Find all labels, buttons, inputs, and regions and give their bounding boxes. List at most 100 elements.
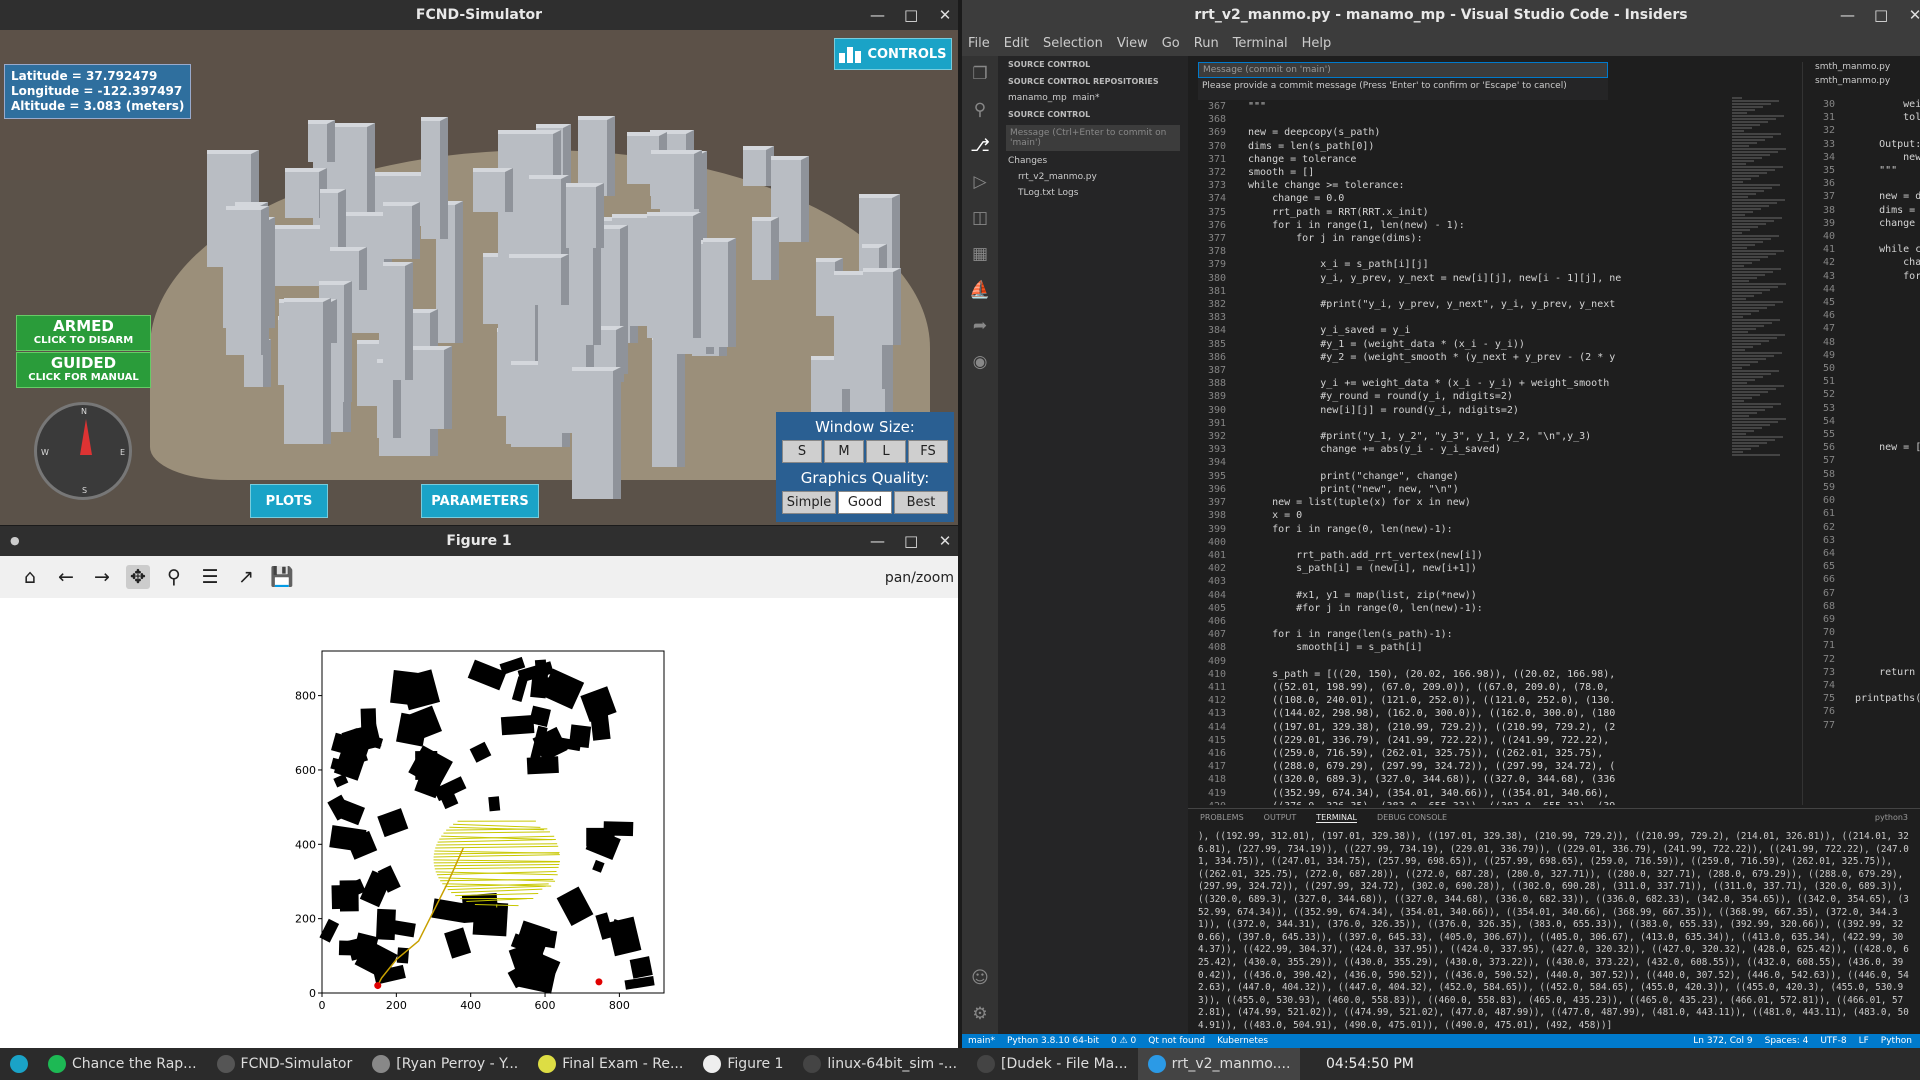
code-line[interactable]: ((: [1855, 547, 1920, 560]
code-line[interactable]: [1855, 719, 1920, 732]
code-line[interactable]: for j in range(dims):: [1248, 232, 1726, 245]
code-line[interactable]: printpaths(pa: [1855, 692, 1920, 705]
code-line[interactable]: [1248, 285, 1726, 298]
code-editor[interactable]: 367 368 369 370 371 372 373 374 375 376 377 378 379 3…: [1188, 100, 1726, 805]
code-line[interactable]: """: [1248, 100, 1726, 113]
code-line[interactable]: ((144.02, 298.98), (162.0, 300.0)), ((16…: [1248, 707, 1726, 720]
armed-button[interactable]: ARMED CLICK TO DISARM: [16, 315, 151, 351]
code-line[interactable]: ((197.01, 329.38), (210.99, 729.2)), ((2…: [1248, 721, 1726, 734]
code-line[interactable]: ((: [1855, 521, 1920, 534]
code-line[interactable]: [1855, 309, 1920, 322]
code-line[interactable]: smooth[i] = s_path[i]: [1248, 641, 1726, 654]
tab-problems[interactable]: PROBLEMS: [1200, 813, 1244, 823]
plots-button[interactable]: PLOTS: [250, 484, 328, 518]
run-debug-icon[interactable]: ▷: [962, 164, 998, 200]
source-control-icon[interactable]: ⎇: [962, 128, 998, 164]
status-qt[interactable]: Qt not found: [1148, 1036, 1205, 1046]
home-icon[interactable]: ⌂: [18, 565, 42, 589]
code-line[interactable]: ((108.0, 240.01), (121.0, 252.0)), ((121…: [1248, 694, 1726, 707]
code-line[interactable]: [1855, 349, 1920, 362]
code-line[interactable]: change = 0.0: [1248, 192, 1726, 205]
code-line[interactable]: smooth = []: [1248, 166, 1726, 179]
code-line[interactable]: ((: [1855, 454, 1920, 467]
code-line[interactable]: [1248, 575, 1726, 588]
code-line[interactable]: ((259.0, 716.59), (262.01, 325.75)), ((2…: [1248, 747, 1726, 760]
code-line[interactable]: [1855, 322, 1920, 335]
code-line[interactable]: dims = len(s_path[0]): [1248, 140, 1726, 153]
code-line[interactable]: new = dee: [1855, 190, 1920, 203]
code-line[interactable]: y_i_saved = y_i: [1248, 324, 1726, 337]
code-line[interactable]: ((: [1855, 481, 1920, 494]
close-icon[interactable]: ✕: [938, 6, 952, 24]
guided-button[interactable]: GUIDED CLICK FOR MANUAL: [16, 352, 151, 388]
code-line[interactable]: ((: [1855, 626, 1920, 639]
task-terminal[interactable]: linux-64bit_sim -...: [793, 1048, 967, 1080]
changed-file-tlog[interactable]: TLog.txt Logs: [998, 185, 1188, 201]
code-line[interactable]: [1855, 124, 1920, 137]
gear-icon[interactable]: ⚙: [962, 996, 998, 1032]
minimap[interactable]: [1726, 96, 1796, 806]
menu-run[interactable]: Run: [1194, 36, 1219, 51]
code-line[interactable]: [1855, 336, 1920, 349]
tab-terminal[interactable]: TERMINAL: [1316, 813, 1357, 823]
maximize-icon[interactable]: □: [904, 6, 918, 24]
controls-button[interactable]: CONTROLS: [834, 38, 952, 70]
code-line[interactable]: [1248, 364, 1726, 377]
code-line[interactable]: ((: [1855, 587, 1920, 600]
code-line[interactable]: ((288.0, 679.29), (297.99, 324.72)), ((2…: [1248, 760, 1726, 773]
status-position[interactable]: Ln 372, Col 9: [1693, 1036, 1752, 1046]
maximize-icon[interactable]: □: [904, 532, 918, 550]
code-line[interactable]: while cha: [1855, 243, 1920, 256]
changed-file-rrt[interactable]: rrt_v2_manmo.py: [998, 169, 1188, 185]
code-line[interactable]: ((: [1855, 560, 1920, 573]
code-line[interactable]: [1855, 402, 1920, 415]
status-errors[interactable]: 0 ⚠ 0: [1111, 1036, 1136, 1046]
live-share-icon[interactable]: ➦: [962, 308, 998, 344]
code-line[interactable]: change += abs(y_i - y_i_saved): [1248, 443, 1726, 456]
github-icon[interactable]: ◉: [962, 344, 998, 380]
code-line[interactable]: [1248, 615, 1726, 628]
code-line[interactable]: change =: [1855, 217, 1920, 230]
code-line[interactable]: [1855, 230, 1920, 243]
minimize-icon[interactable]: —: [1840, 6, 1855, 24]
code-line[interactable]: [1855, 705, 1920, 718]
task-browser-1[interactable]: [Ryan Perroy - Y...: [362, 1048, 528, 1080]
code-line[interactable]: Output:: [1855, 138, 1920, 151]
status-spaces[interactable]: Spaces: 4: [1765, 1036, 1809, 1046]
code-line[interactable]: [1855, 639, 1920, 652]
code-line[interactable]: for i in range(0, len(new)-1):: [1248, 523, 1726, 536]
code-line[interactable]: ((352.99, 674.34), (354.01, 340.66)), ((…: [1248, 787, 1726, 800]
code-line[interactable]: s_path[i] = (new[i], new[i+1]): [1248, 562, 1726, 575]
code-line[interactable]: #for j in range(0, len(new)-1):: [1248, 602, 1726, 615]
code-line[interactable]: [1855, 679, 1920, 692]
menu-selection[interactable]: Selection: [1043, 36, 1103, 51]
docker-icon[interactable]: ⛵: [962, 272, 998, 308]
code-line[interactable]: x = 0: [1248, 509, 1726, 522]
save-icon[interactable]: 💾: [270, 565, 294, 589]
code-line[interactable]: chang: [1855, 256, 1920, 269]
status-language[interactable]: Python: [1881, 1036, 1912, 1046]
code-line[interactable]: #y_1 = (weight_data * (x_i - y_i)): [1248, 338, 1726, 351]
configure-icon[interactable]: ☰: [198, 565, 222, 589]
code-line[interactable]: ((: [1855, 573, 1920, 586]
code-line[interactable]: [1855, 428, 1920, 441]
code-line[interactable]: #y_round = round(y_i, ndigits=2): [1248, 390, 1726, 403]
zoom-icon[interactable]: ⚲: [162, 565, 186, 589]
code-line[interactable]: [1855, 388, 1920, 401]
menu-terminal[interactable]: Terminal: [1233, 36, 1288, 51]
code-line[interactable]: ((: [1855, 494, 1920, 507]
code-line[interactable]: print("new", new, "\n"): [1248, 483, 1726, 496]
terminal-output[interactable]: ), ((192.99, 312.01), (197.01, 329.38)),…: [1188, 827, 1920, 1037]
menu-go[interactable]: Go: [1162, 36, 1180, 51]
graphics-simple-button[interactable]: Simple: [782, 491, 836, 514]
code-line[interactable]: new = [((: [1855, 441, 1920, 454]
commit-message-input[interactable]: Message (Ctrl+Enter to commit on 'main'): [1006, 125, 1180, 151]
graphics-good-button[interactable]: Good: [838, 491, 892, 514]
code-line[interactable]: [1855, 177, 1920, 190]
repo-item[interactable]: manamo_mp main*: [998, 90, 1188, 106]
code-line[interactable]: [1248, 536, 1726, 549]
code-line[interactable]: ((: [1855, 613, 1920, 626]
code-line[interactable]: [1248, 311, 1726, 324]
changes-group[interactable]: Changes: [998, 153, 1188, 169]
code-line[interactable]: #x1, y1 = map(list, zip(*new)): [1248, 589, 1726, 602]
